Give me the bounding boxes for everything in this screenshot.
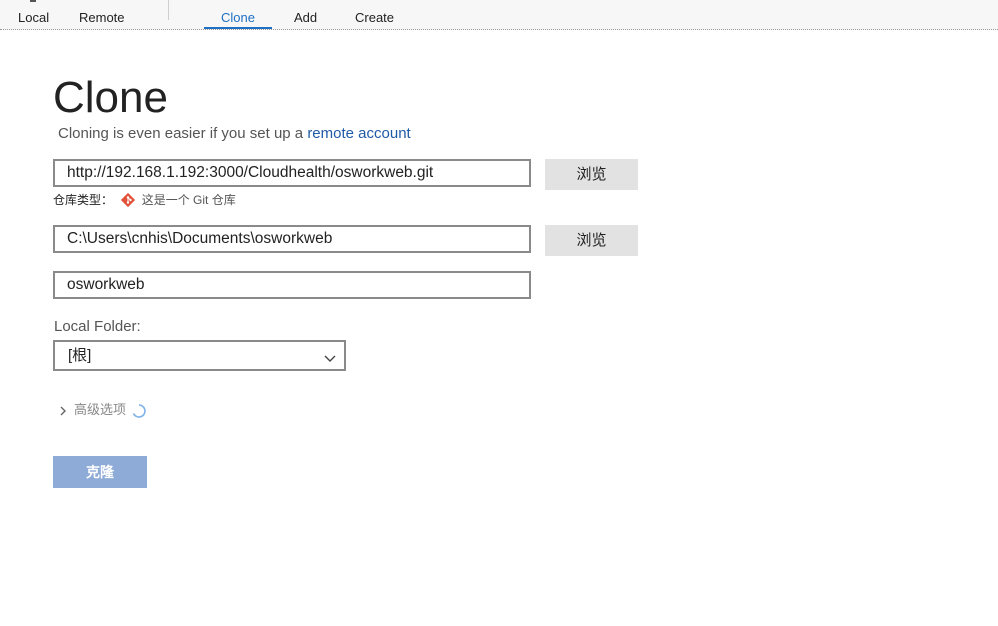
chevron-down-icon bbox=[322, 348, 338, 364]
tab-remote[interactable]: Remote bbox=[79, 10, 125, 26]
repo-type-label: 仓库类型： bbox=[53, 193, 114, 207]
advanced-options-label: 高级选项 bbox=[74, 402, 127, 417]
advanced-options-toggle[interactable]: 高级选项 bbox=[58, 402, 146, 418]
git-icon bbox=[120, 192, 136, 208]
top-tab-bar: Local Remote Clone Add Create bbox=[0, 0, 998, 30]
tab-clone[interactable]: Clone bbox=[221, 10, 255, 26]
overflow-glyph bbox=[30, 0, 36, 2]
browse-destination-button[interactable]: 浏览 bbox=[545, 225, 638, 256]
browse-source-button[interactable]: 浏览 bbox=[545, 159, 638, 190]
chevron-right-icon bbox=[58, 405, 68, 417]
clone-button[interactable]: 克隆 bbox=[53, 456, 147, 488]
tab-local[interactable]: Local bbox=[18, 10, 49, 26]
tab-separator bbox=[168, 0, 169, 20]
loading-spinner-icon bbox=[132, 403, 146, 418]
repo-type-value: 这是一个 Git 仓库 bbox=[141, 193, 236, 207]
tab-create[interactable]: Create bbox=[355, 10, 394, 26]
page-title: Clone bbox=[53, 73, 168, 122]
remote-account-link[interactable]: remote account bbox=[307, 125, 410, 142]
local-folder-value: [根] bbox=[68, 347, 92, 364]
repo-type-row: 仓库类型： 这是一个 Git 仓库 bbox=[53, 192, 236, 208]
active-tab-indicator bbox=[204, 27, 272, 29]
local-folder-select[interactable]: [根] bbox=[53, 340, 346, 371]
source-url-input[interactable]: http://192.168.1.192:3000/Cloudhealth/os… bbox=[53, 159, 531, 187]
subtitle-text: Cloning is even easier if you set up a bbox=[58, 125, 308, 142]
page-subtitle: Cloning is even easier if you set up a r… bbox=[58, 125, 411, 143]
local-folder-label: Local Folder: bbox=[54, 318, 141, 335]
repo-name-input[interactable]: osworkweb bbox=[53, 271, 531, 299]
tab-add[interactable]: Add bbox=[294, 10, 317, 26]
destination-path-input[interactable]: C:\Users\cnhis\Documents\osworkweb bbox=[53, 225, 531, 253]
